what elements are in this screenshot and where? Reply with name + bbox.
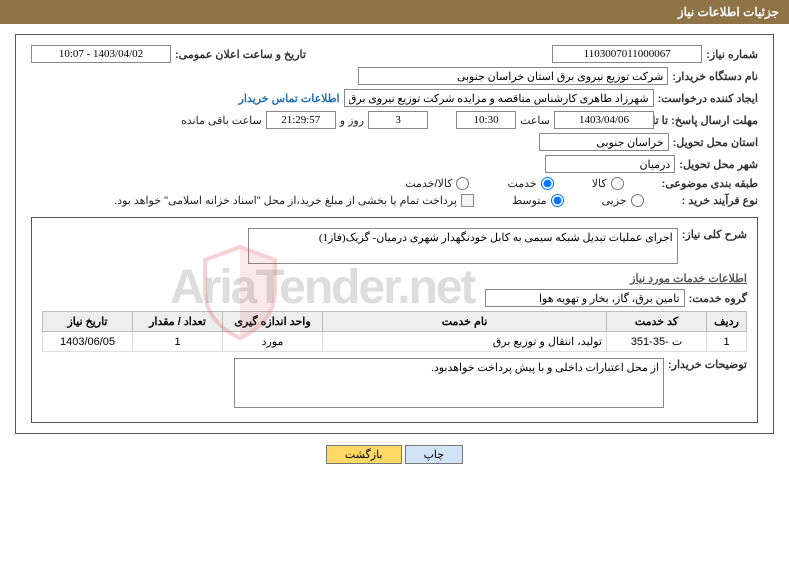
- th-row: ردیف: [707, 312, 747, 332]
- payment-note: پرداخت تمام یا بخشی از مبلغ خرید،از محل …: [114, 194, 457, 207]
- delivery-province-label: استان محل تحویل:: [673, 136, 758, 149]
- purchase-type-label: نوع فرآیند خرید :: [682, 194, 758, 207]
- buyer-org-input: [358, 67, 668, 85]
- td-qty: 1: [133, 332, 223, 352]
- need-number-label: شماره نیاز:: [706, 48, 758, 61]
- services-table: ردیف کد خدمت نام خدمت واحد اندازه گیری ت…: [42, 311, 747, 352]
- deadline-date-input: [554, 111, 654, 129]
- print-button[interactable]: چاپ: [405, 445, 464, 464]
- payment-checkbox[interactable]: [461, 194, 474, 207]
- subject-kala-khedmat-radio[interactable]: [456, 177, 469, 190]
- need-number-input: [552, 45, 702, 63]
- buyer-notes-textarea: [234, 358, 664, 408]
- buyer-org-label: نام دستگاه خریدار:: [672, 70, 758, 83]
- td-date: 1403/06/05: [43, 332, 133, 352]
- services-heading: اطلاعات خدمات مورد نیاز: [42, 272, 747, 285]
- announce-datetime-input: [31, 45, 171, 63]
- th-qty: تعداد / مقدار: [133, 312, 223, 332]
- td-unit: مورد: [223, 332, 323, 352]
- delivery-city-label: شهر محل تحویل:: [679, 158, 758, 171]
- button-bar: چاپ بازگشت: [0, 439, 789, 470]
- th-name: نام خدمت: [323, 312, 607, 332]
- th-code: کد خدمت: [607, 312, 707, 332]
- page-title: جزئیات اطلاعات نیاز: [0, 0, 789, 24]
- subject-khedmat-label: خدمت: [507, 177, 536, 190]
- deadline-label: مهلت ارسال پاسخ: تا تاریخ:: [658, 114, 758, 127]
- subject-khedmat-radio[interactable]: [541, 177, 554, 190]
- buyer-contact-link[interactable]: اطلاعات تماس خریدار: [239, 92, 340, 105]
- delivery-province-input: [539, 133, 669, 151]
- need-desc-textarea: [248, 228, 678, 264]
- subject-kala-radio[interactable]: [611, 177, 624, 190]
- td-name: تولید، انتقال و توزیع برق: [323, 332, 607, 352]
- deadline-days-input: [368, 111, 428, 129]
- subject-class-label: طبقه بندی موضوعی:: [662, 177, 758, 190]
- subject-kala-khedmat-label: کالا/خدمت: [405, 177, 452, 190]
- inner-fieldset: شرح کلی نیاز: اطلاعات خدمات مورد نیاز گر…: [31, 217, 758, 423]
- deadline-time-input: [456, 111, 516, 129]
- announce-datetime-label: تاریخ و ساعت اعلان عمومی:: [175, 48, 306, 61]
- service-group-label: گروه خدمت:: [689, 292, 747, 305]
- td-code: ت -35-351: [607, 332, 707, 352]
- deadline-remain-label: ساعت باقی مانده: [181, 114, 262, 127]
- th-date: تاریخ نیاز: [43, 312, 133, 332]
- purchase-medium-radio[interactable]: [551, 194, 564, 207]
- buyer-notes-label: توضیحات خریدار:: [668, 358, 747, 371]
- table-row: 1 ت -35-351 تولید، انتقال و توزیع برق مو…: [43, 332, 747, 352]
- deadline-days-label: روز و: [340, 114, 364, 127]
- purchase-minor-radio[interactable]: [631, 194, 644, 207]
- back-button[interactable]: بازگشت: [326, 445, 402, 464]
- purchase-minor-label: جزیی: [602, 194, 627, 207]
- deadline-time-label: ساعت: [520, 114, 550, 127]
- request-creator-input: [344, 89, 654, 107]
- main-fieldset: شماره نیاز: تاریخ و ساعت اعلان عمومی: نا…: [15, 34, 774, 434]
- deadline-remain-input: [266, 111, 336, 129]
- request-creator-label: ایجاد کننده درخواست:: [658, 92, 758, 105]
- purchase-medium-label: متوسط: [512, 194, 547, 207]
- th-unit: واحد اندازه گیری: [223, 312, 323, 332]
- service-group-input: [485, 289, 685, 307]
- subject-kala-label: کالا: [592, 177, 607, 190]
- delivery-city-input: [545, 155, 675, 173]
- td-row: 1: [707, 332, 747, 352]
- need-desc-label: شرح کلی نیاز:: [682, 228, 747, 241]
